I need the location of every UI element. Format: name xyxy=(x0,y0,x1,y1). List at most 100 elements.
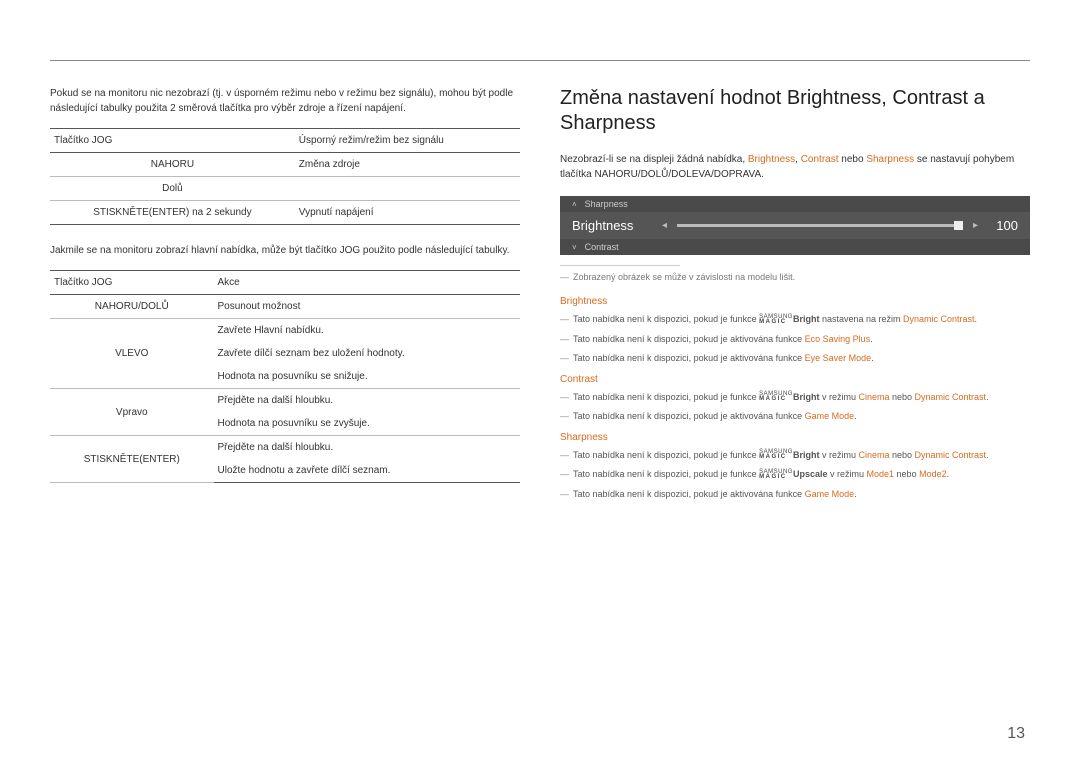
table-jog-actions: Tlačítko JOG Akce NAHORU/DOLŮ Posunout m… xyxy=(50,270,520,483)
contrast-note-2: ―Tato nabídka není k dispozici, pokud je… xyxy=(560,410,1030,424)
t2-h1: Tlačítko JOG xyxy=(50,271,214,295)
dynamic-contrast: Dynamic Contrast xyxy=(915,392,987,402)
t1-r3c1: STISKNĚTE(ENTER) na 2 sekundy xyxy=(50,201,295,225)
txt: nastavena na režim xyxy=(819,314,903,324)
footnote-text: Zobrazený obrázek se může v závislosti n… xyxy=(573,272,795,282)
t2-r2c2c: Hodnota na posuvníku se snižuje. xyxy=(214,365,520,389)
footnote-rule xyxy=(560,265,680,266)
osd-main-row: Brightness ◂ ▸ 100 xyxy=(560,212,1030,239)
txt: nebo xyxy=(890,392,915,402)
upscale-suffix: Upscale xyxy=(793,469,828,479)
lead-a: Nezobrazí-li se na displeji žádná nabídk… xyxy=(560,154,748,165)
dynamic-contrast: Dynamic Contrast xyxy=(915,450,987,460)
table-row: VLEVO Zavřete Hlavní nabídku. xyxy=(50,319,520,343)
txt: Tato nabídka není k dispozici, pokud je … xyxy=(573,353,805,363)
lead-d: Contrast xyxy=(801,154,839,165)
t2-r4c2a: Přejděte na další hloubku. xyxy=(214,436,520,460)
mode1: Mode1 xyxy=(867,469,895,479)
table-row: NAHORU Změna zdroje xyxy=(50,153,520,177)
t2-r4c1: STISKNĚTE(ENTER) xyxy=(50,436,214,483)
cinema: Cinema xyxy=(858,392,889,402)
t2-r2c2a: Zavřete Hlavní nabídku. xyxy=(214,319,520,343)
txt: nebo xyxy=(894,469,919,479)
right-heading: Změna nastavení hodnot Brightness, Contr… xyxy=(560,86,1030,136)
bright-suffix: Bright xyxy=(793,314,820,324)
table-row: Dolů xyxy=(50,177,520,201)
samsung-magic-icon: SAMSUNGMAGIC xyxy=(759,392,793,402)
samsung-magic-icon: SAMSUNGMAGIC xyxy=(759,315,793,325)
osd-brightness-label: Brightness xyxy=(572,218,652,233)
two-column-layout: Pokud se na monitoru nic nezobrazí (tj. … xyxy=(50,86,1030,507)
osd-contrast-label: Contrast xyxy=(585,242,619,252)
notes-block: Brightness ―Tato nabídka není k dispozic… xyxy=(560,294,1030,501)
t1-h2: Úsporný režim/režim bez signálu xyxy=(295,129,520,153)
sharpness-note-2: ―Tato nabídka není k dispozici, pokud je… xyxy=(560,468,1030,482)
t1-r1c1: NAHORU xyxy=(50,153,295,177)
osd-track xyxy=(677,224,963,227)
txt: Tato nabídka není k dispozici, pokud je … xyxy=(573,450,759,460)
samsung-magic-icon: SAMSUNGMAGIC xyxy=(759,470,793,480)
t1-r1c2: Změna zdroje xyxy=(295,153,520,177)
osd-thumb xyxy=(954,221,963,230)
osd-slider: ◂ ▸ 100 xyxy=(662,218,1018,233)
t2-r2c1: VLEVO xyxy=(50,319,214,389)
t2-r4c2b: Uložte hodnotu a zavřete dílčí seznam. xyxy=(214,459,520,483)
left-intro: Pokud se na monitoru nic nezobrazí (tj. … xyxy=(50,86,520,116)
table-row: NAHORU/DOLŮ Posunout možnost xyxy=(50,295,520,319)
txt: Tato nabídka není k dispozici, pokud je … xyxy=(573,392,759,402)
txt: v režimu xyxy=(819,392,858,402)
t2-r2c2b: Zavřete dílčí seznam bez uložení hodnoty… xyxy=(214,342,520,365)
lead-f: Sharpness xyxy=(866,154,914,165)
t1-r3c2: Vypnutí napájení xyxy=(295,201,520,225)
table-jog-power: Tlačítko JOG Úsporný režim/režim bez sig… xyxy=(50,128,520,225)
model-may-differ-note: ―Zobrazený obrázek se může v závislosti … xyxy=(560,272,1030,282)
txt: nebo xyxy=(890,450,915,460)
triangle-right-icon: ▸ xyxy=(973,220,978,231)
game-mode: Game Mode xyxy=(805,411,855,421)
t2-r1c1: NAHORU/DOLŮ xyxy=(50,295,214,319)
chevron-up-icon: ˄ xyxy=(572,200,577,209)
samsung-magic-icon: SAMSUNGMAGIC xyxy=(759,450,793,460)
osd-widget: ˄ Sharpness Brightness ◂ ▸ 100 ˅ Contras… xyxy=(560,196,1030,255)
cinema: Cinema xyxy=(858,450,889,460)
contrast-note-1: ―Tato nabídka není k dispozici, pokud je… xyxy=(560,391,1030,405)
t2-r3c2b: Hodnota na posuvníku se zvyšuje. xyxy=(214,412,520,436)
txt: Tato nabídka není k dispozici, pokud je … xyxy=(573,314,759,324)
lead-b: Brightness xyxy=(748,154,795,165)
table-row: STISKNĚTE(ENTER) na 2 sekundy Vypnutí na… xyxy=(50,201,520,225)
brightness-note-3: ―Tato nabídka není k dispozici, pokud je… xyxy=(560,352,1030,366)
mode2: Mode2 xyxy=(919,469,947,479)
table-row: Vpravo Přejděte na další hloubku. xyxy=(50,389,520,413)
osd-value: 100 xyxy=(988,218,1018,233)
left-column: Pokud se na monitoru nic nezobrazí (tj. … xyxy=(50,86,520,507)
sharpness-note-1: ―Tato nabídka není k dispozici, pokud je… xyxy=(560,449,1030,463)
right-lead: Nezobrazí-li se na displeji žádná nabídk… xyxy=(560,152,1030,182)
t1-r2c1: Dolů xyxy=(50,177,295,201)
dynamic-contrast: Dynamic Contrast xyxy=(903,314,975,324)
brightness-note-1: ―Tato nabídka není k dispozici, pokud je… xyxy=(560,313,1030,327)
t2-r1c2: Posunout možnost xyxy=(214,295,520,319)
contrast-title: Contrast xyxy=(560,372,1030,387)
t2-h2: Akce xyxy=(214,271,520,295)
t1-h1: Tlačítko JOG xyxy=(50,129,295,153)
triangle-left-icon: ◂ xyxy=(662,220,667,231)
top-rule xyxy=(50,60,1030,61)
lead-e: nebo xyxy=(839,154,867,165)
txt: Tato nabídka není k dispozici, pokud je … xyxy=(573,489,805,499)
right-column: Změna nastavení hodnot Brightness, Contr… xyxy=(560,86,1030,507)
osd-sharpness-label: Sharpness xyxy=(585,199,628,209)
osd-bottom-row: ˅ Contrast xyxy=(560,239,1030,255)
t2-r3c2a: Přejděte na další hloubku. xyxy=(214,389,520,413)
left-mid-text: Jakmile se na monitoru zobrazí hlavní na… xyxy=(50,243,520,258)
txt: v režimu xyxy=(828,469,867,479)
eye-saver-mode: Eye Saver Mode xyxy=(805,353,872,363)
t2-r3c1: Vpravo xyxy=(50,389,214,436)
txt: v režimu xyxy=(819,450,858,460)
t1-r2c2 xyxy=(295,177,520,201)
table-row: STISKNĚTE(ENTER) Přejděte na další hloub… xyxy=(50,436,520,460)
brightness-title: Brightness xyxy=(560,294,1030,309)
txt: Tato nabídka není k dispozici, pokud je … xyxy=(573,334,805,344)
bright-suffix: Bright xyxy=(793,450,820,460)
brightness-note-2: ―Tato nabídka není k dispozici, pokud je… xyxy=(560,333,1030,347)
sharpness-title: Sharpness xyxy=(560,430,1030,445)
